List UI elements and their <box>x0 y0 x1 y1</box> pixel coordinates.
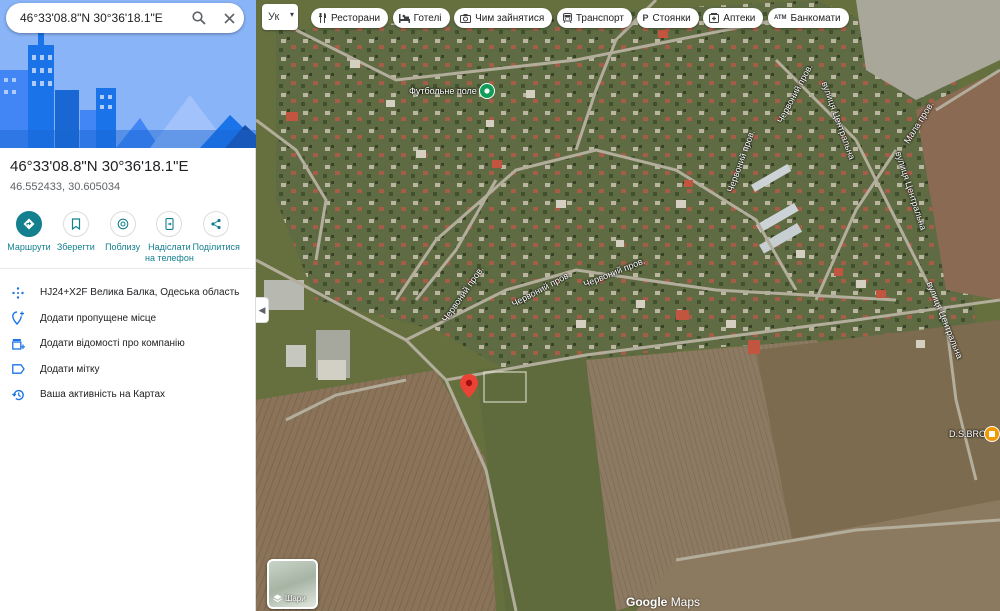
send-to-phone-button[interactable]: Надіслати на телефон <box>144 211 194 264</box>
plus-code-row[interactable]: HJ24+X2F Велика Балка, Одеська область <box>0 280 256 306</box>
poi-label-football-field[interactable]: Футбольне поле <box>409 86 477 96</box>
atm-icon: ATM <box>773 15 787 21</box>
chip-restaurants[interactable]: Ресторани <box>311 8 389 28</box>
dropped-pin-icon[interactable] <box>460 374 478 398</box>
history-icon <box>11 389 24 400</box>
parking-icon: P <box>642 13 649 23</box>
plus-code-icon <box>12 287 24 299</box>
collapse-panel-button[interactable]: ◀ <box>256 297 269 323</box>
chip-pharmacies[interactable]: Аптеки <box>703 8 764 28</box>
chip-label: Стоянки <box>652 12 691 24</box>
directions-button[interactable]: Маршрути <box>6 211 52 264</box>
language-selector[interactable]: Ук ▾ <box>262 4 298 30</box>
place-title: 46°33'08.8"N 30°36'18.1"E <box>10 158 189 175</box>
action-label: Поблизу <box>105 242 141 252</box>
chip-label: Чим зайнятися <box>475 12 545 24</box>
map-canvas[interactable] <box>256 0 1000 611</box>
chevron-down-icon: ▾ <box>289 10 294 19</box>
directions-icon <box>23 218 35 230</box>
search-box[interactable]: 46°33'08.8"N 30°36'18.1"E <box>6 3 244 33</box>
language-label: Ук <box>268 11 280 23</box>
chip-label: Аптеки <box>723 12 756 24</box>
add-location-icon <box>12 311 24 326</box>
add-business-icon <box>11 338 25 350</box>
chevron-left-icon: ◀ <box>258 304 266 315</box>
chip-label: Банкомати <box>790 12 841 24</box>
add-business-text: Додати відомості про компанію <box>40 338 185 350</box>
chip-hotels[interactable]: Готелі <box>392 8 450 28</box>
nearby-icon <box>117 218 128 230</box>
action-label: Поділитися <box>192 242 240 252</box>
chip-label: Готелі <box>413 12 442 24</box>
google-maps-logo: Google Maps <box>626 595 700 609</box>
restaurant-icon <box>317 13 327 23</box>
clear-search-button[interactable] <box>214 3 244 33</box>
share-icon <box>211 218 221 230</box>
poi-hotel-icon[interactable] <box>984 426 1000 442</box>
layers-button[interactable]: Шари <box>267 559 318 609</box>
search-input[interactable]: 46°33'08.8"N 30°36'18.1"E <box>6 11 184 25</box>
place-header: 46°33'08.8"N 30°36'18.1"E 46.552433, 30.… <box>10 157 250 193</box>
layers-icon <box>273 594 282 603</box>
place-info-list: HJ24+X2F Велика Балка, Одеська область Д… <box>0 280 256 408</box>
add-business-row[interactable]: Додати відомості про компанію <box>0 331 256 357</box>
maps-wordmark: Maps <box>670 595 701 609</box>
save-button[interactable]: Зберегти <box>53 211 99 264</box>
poi-park-icon[interactable] <box>479 83 495 99</box>
layers-label: Шари <box>285 594 306 603</box>
chip-atms[interactable]: ATM Банкомати <box>767 8 849 28</box>
plus-code-text: HJ24+X2F Велика Балка, Одеська область <box>40 287 240 299</box>
hotel-icon <box>398 13 410 23</box>
action-label: Надіслати на телефон <box>144 242 194 263</box>
search-icon <box>192 11 206 25</box>
transit-icon <box>562 13 572 23</box>
place-decimal-coords: 46.552433, 30.605034 <box>10 181 121 193</box>
pharmacy-icon <box>709 13 720 23</box>
phone-icon <box>165 218 174 230</box>
share-button[interactable]: Поділитися <box>192 211 240 264</box>
bookmark-icon <box>71 218 80 230</box>
poi-label-business[interactable]: D.S.BRO <box>949 429 986 439</box>
chip-things-to-do[interactable]: Чим зайнятися <box>454 8 553 28</box>
side-panel: 46°33'08.8"N 30°36'18.1"E 46°33'08.8"N 3… <box>0 0 256 611</box>
label-icon <box>11 364 25 375</box>
chip-parking[interactable]: P Стоянки <box>636 8 699 28</box>
add-missing-place-row[interactable]: Додати пропущене місце <box>0 306 256 332</box>
action-buttons: Маршрути Зберегти Поблизу Надіслати на т… <box>6 211 250 264</box>
nearby-button[interactable]: Поблизу <box>100 211 146 264</box>
camera-icon <box>460 13 472 23</box>
divider <box>0 268 256 269</box>
add-label-row[interactable]: Додати мітку <box>0 357 256 383</box>
action-label: Зберегти <box>56 242 95 252</box>
chip-transit[interactable]: Транспорт <box>556 8 632 28</box>
google-wordmark: Google <box>626 595 668 609</box>
maps-activity-text: Ваша активність на Картах <box>40 389 166 401</box>
chip-label: Ресторани <box>331 12 381 24</box>
maps-activity-row[interactable]: Ваша активність на Картах <box>0 382 256 408</box>
add-missing-place-text: Додати пропущене місце <box>40 312 157 324</box>
action-label: Маршрути <box>7 242 51 252</box>
category-chips: Ресторани Готелі Чим зайнятися Транспорт… <box>311 8 853 28</box>
search-button[interactable] <box>184 3 214 33</box>
add-label-text: Додати мітку <box>40 363 100 375</box>
close-icon <box>223 12 235 24</box>
satellite-imagery <box>256 0 1000 611</box>
chip-label: Транспорт <box>575 12 624 24</box>
